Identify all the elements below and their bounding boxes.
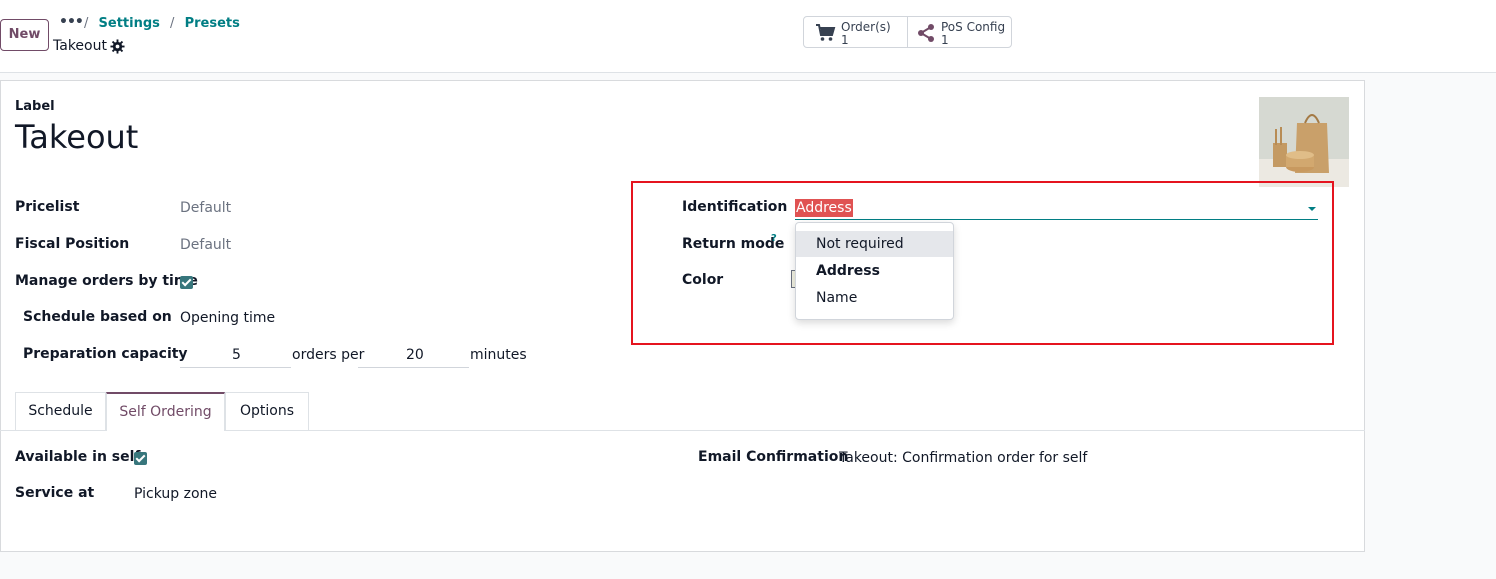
share-icon — [918, 24, 934, 42]
control-panel — [0, 0, 1496, 73]
takeout-image — [1259, 97, 1349, 187]
new-button[interactable]: New — [0, 19, 49, 51]
preparation-capacity-label: Preparation capacity — [23, 346, 188, 362]
manage-orders-checkbox[interactable] — [180, 276, 193, 289]
pos-config-label: PoS Config — [941, 20, 1006, 34]
capacity-minutes-input[interactable]: 20 — [406, 347, 424, 363]
breadcrumb-more-button[interactable]: ••• — [59, 14, 84, 30]
pricelist-label: Pricelist — [15, 199, 80, 215]
schedule-based-label: Schedule based on — [23, 309, 172, 325]
service-at-field[interactable]: Pickup zone — [134, 486, 217, 502]
preset-image[interactable] — [1259, 97, 1349, 187]
breadcrumb-settings[interactable]: Settings — [99, 16, 160, 31]
email-confirmation-field[interactable]: Takeout: Confirmation order for self — [839, 450, 1087, 466]
gear-icon[interactable] — [110, 39, 125, 54]
label-caption: Label — [15, 99, 55, 114]
pricelist-field[interactable]: Default — [180, 200, 231, 216]
schedule-based-field[interactable]: Opening time — [180, 310, 275, 326]
email-confirmation-label: Email Confirmation — [698, 449, 849, 465]
manage-orders-label: Manage orders by time — [15, 273, 198, 289]
capacity-orders-input[interactable]: 5 — [232, 347, 241, 363]
breadcrumb-separator: / — [84, 16, 89, 31]
tab-options[interactable]: Options — [225, 392, 309, 430]
pos-config-count: 1 — [941, 33, 949, 47]
available-in-self-label: Available in self — [15, 449, 141, 465]
fiscal-position-label: Fiscal Position — [15, 236, 130, 252]
breadcrumb-presets[interactable]: Presets — [185, 16, 240, 31]
breadcrumb-separator: / — [170, 16, 175, 31]
tab-schedule[interactable]: Schedule — [15, 392, 106, 430]
orders-per-text: orders per — [292, 347, 365, 363]
pos-config-smart-button[interactable]: PoS Config 1 — [907, 16, 1012, 48]
available-in-self-checkbox[interactable] — [134, 452, 147, 465]
annotation-highlight-box — [631, 181, 1334, 345]
breadcrumb: / Settings / Presets — [84, 16, 240, 31]
capacity-minutes-underline — [358, 367, 469, 368]
capacity-orders-underline — [180, 367, 291, 368]
record-title: Takeout — [53, 38, 107, 54]
orders-count: 1 — [841, 33, 849, 47]
preset-name-field[interactable]: Takeout — [15, 118, 138, 156]
tab-self-ordering[interactable]: Self Ordering — [106, 392, 225, 431]
service-at-label: Service at — [15, 485, 95, 501]
fiscal-position-field[interactable]: Default — [180, 237, 231, 253]
minutes-text: minutes — [470, 347, 527, 363]
orders-smart-button[interactable]: Order(s) 1 — [803, 16, 908, 48]
cart-icon — [816, 24, 836, 41]
